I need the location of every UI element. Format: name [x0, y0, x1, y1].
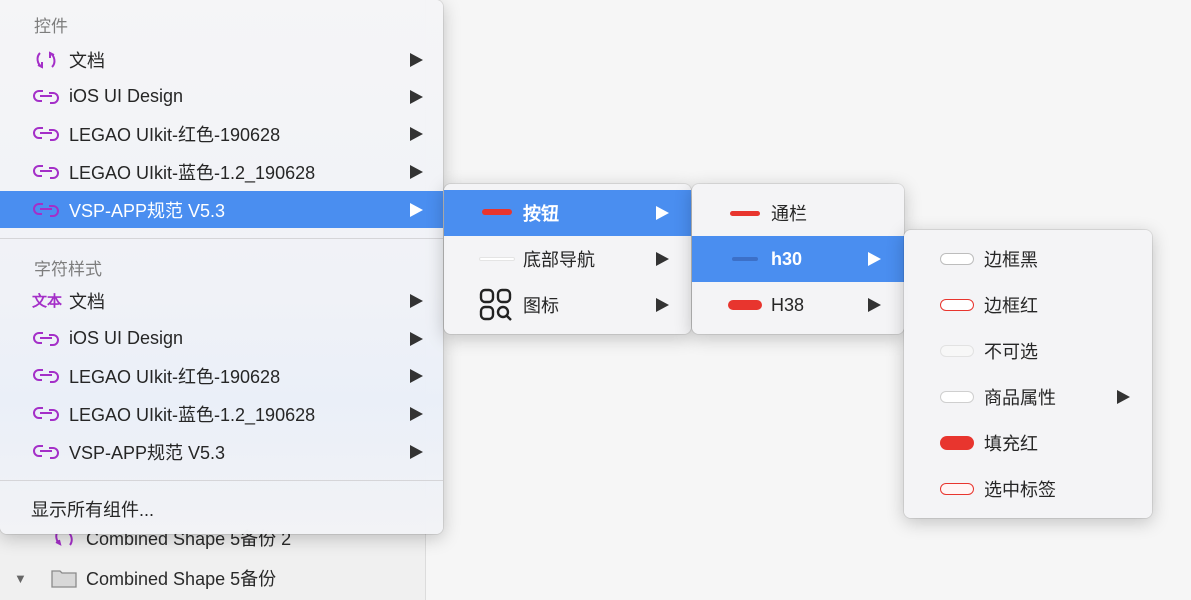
submenu-item-selected-tag[interactable]: 选中标签: [904, 466, 1152, 512]
disabled-thumbnail-icon: [940, 345, 974, 357]
bottom-nav-thumbnail-icon: [480, 258, 514, 260]
submenu-button: 通栏 h30 H38: [692, 184, 904, 334]
show-all-components-item[interactable]: 显示所有组件...: [0, 490, 443, 527]
section-title-text-styles: 字符样式: [34, 260, 102, 279]
submenu-arrow-icon: [410, 202, 423, 217]
h30-thumbnail-icon: [732, 257, 758, 261]
menu-separator: [0, 238, 443, 239]
h38-thumbnail-icon: [728, 300, 762, 310]
submenu-item-disabled[interactable]: 不可选: [904, 328, 1152, 374]
selected-tag-thumbnail-icon: [940, 483, 974, 495]
menu-item-ios-ui-design[interactable]: iOS UI Design: [0, 320, 443, 357]
submenu-arrow-icon: [656, 206, 669, 220]
link-library-icon: [32, 120, 60, 148]
submenu-arrow-icon: [410, 368, 423, 383]
link-library-icon: [32, 158, 60, 186]
link-library-icon: [32, 196, 60, 224]
product-attribute-thumbnail-icon: [940, 391, 974, 403]
submenu-arrow-icon: [410, 52, 423, 67]
layer-row[interactable]: ▼ Combined Shape 5备份: [0, 560, 426, 596]
menu-separator: [0, 480, 443, 481]
folder-icon: [50, 566, 78, 590]
border-red-thumbnail-icon: [940, 299, 974, 311]
menu-item-legao-red[interactable]: LEGAO UIkit-红色-190628: [0, 357, 443, 394]
submenu-item-icons[interactable]: 图标: [444, 282, 691, 328]
submenu-arrow-icon: [656, 252, 669, 266]
menu-item-vsp-app[interactable]: VSP-APP规范 V5.3: [0, 433, 443, 470]
menu-item-legao-blue[interactable]: LEGAO UIkit-蓝色-1.2_190628: [0, 153, 443, 190]
submenu-item-border-black[interactable]: 边框黑: [904, 236, 1152, 282]
menu-item-document-text-styles[interactable]: 文本 文档: [0, 282, 443, 319]
submenu-vsp-app: 按钮 底部导航 图标: [444, 184, 691, 334]
border-black-thumbnail-icon: [940, 253, 974, 265]
submenu-arrow-icon: [868, 298, 881, 312]
submenu-item-h38[interactable]: H38: [692, 282, 904, 328]
submenu-arrow-icon: [656, 298, 669, 312]
grid-search-icon: [478, 287, 514, 323]
submenu-item-bottom-nav[interactable]: 底部导航: [444, 236, 691, 282]
fill-red-thumbnail-icon: [940, 436, 974, 450]
submenu-item-product-attribute[interactable]: 商品属性: [904, 374, 1152, 420]
submenu-arrow-icon: [410, 406, 423, 421]
link-library-icon: [32, 362, 60, 390]
submenu-item-border-red[interactable]: 边框红: [904, 282, 1152, 328]
submenu-arrow-icon: [410, 293, 423, 308]
menu-item-vsp-app[interactable]: VSP-APP规范 V5.3: [0, 191, 443, 228]
link-library-icon: [32, 83, 60, 111]
submenu-arrow-icon: [410, 164, 423, 179]
link-library-icon: [32, 325, 60, 353]
menu-item-legao-red[interactable]: LEGAO UIkit-红色-190628: [0, 115, 443, 152]
submenu-arrow-icon: [410, 126, 423, 141]
layer-name: Combined Shape 5备份: [86, 569, 277, 589]
banner-thumbnail-icon: [730, 211, 760, 216]
submenu-h30: 边框黑 边框红 不可选 商品属性 填充红 选中标签: [904, 230, 1152, 518]
submenu-item-button[interactable]: 按钮: [444, 190, 691, 236]
link-library-icon: [32, 438, 60, 466]
section-title-controls: 控件: [34, 17, 68, 36]
submenu-arrow-icon: [410, 89, 423, 104]
submenu-arrow-icon: [410, 331, 423, 346]
disclosure-triangle-icon[interactable]: ▼: [14, 571, 28, 586]
button-thumbnail-icon: [482, 209, 512, 215]
insert-symbol-menu: 控件 文档 iOS UI Design LEGAO UIkit-红色-19062…: [0, 0, 443, 534]
submenu-item-h30[interactable]: h30: [692, 236, 904, 282]
submenu-arrow-icon: [410, 444, 423, 459]
refresh-symbol-icon: [32, 46, 60, 74]
submenu-arrow-icon: [868, 252, 881, 266]
submenu-item-fill-red[interactable]: 填充红: [904, 420, 1152, 466]
link-library-icon: [32, 400, 60, 428]
submenu-item-banner[interactable]: 通栏: [692, 190, 904, 236]
text-style-icon: 文本: [31, 293, 62, 310]
submenu-arrow-icon: [1117, 390, 1130, 404]
menu-item-ios-ui-design[interactable]: iOS UI Design: [0, 78, 443, 115]
menu-item-legao-blue[interactable]: LEGAO UIkit-蓝色-1.2_190628: [0, 395, 443, 432]
menu-item-document-controls[interactable]: 文档: [0, 41, 443, 78]
